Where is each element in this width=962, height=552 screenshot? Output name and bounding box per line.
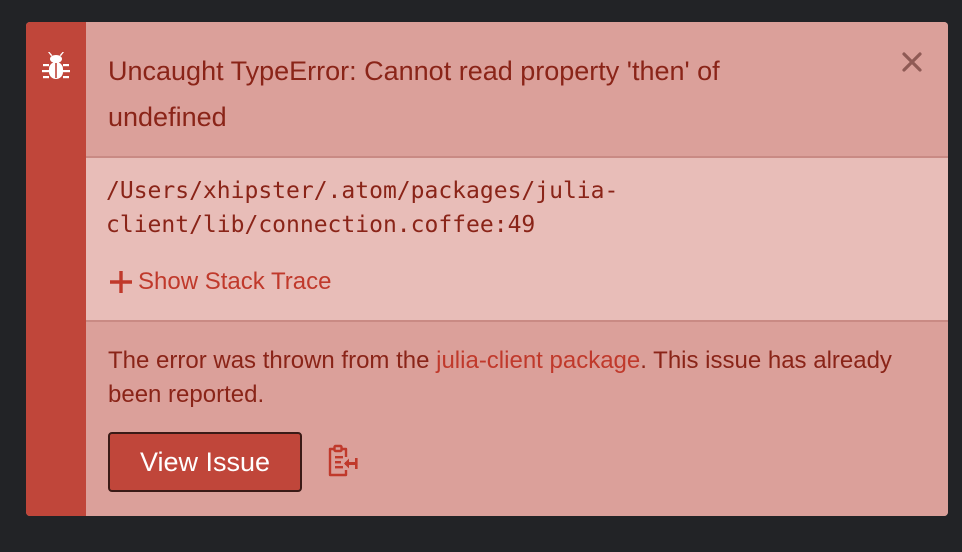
plus-icon	[110, 271, 132, 293]
clipboard-copy-icon[interactable]	[326, 444, 358, 478]
bug-icon	[42, 52, 70, 79]
error-meta-text: The error was thrown from the julia-clie…	[108, 344, 898, 412]
show-stack-trace-label: Show Stack Trace	[138, 268, 332, 295]
show-stack-trace-button[interactable]: Show Stack Trace	[108, 268, 331, 296]
view-issue-button[interactable]: View Issue	[108, 432, 302, 492]
error-detail: /Users/xhipster/.atom/packages/julia- cl…	[86, 158, 948, 322]
error-meta: The error was thrown from the julia-clie…	[86, 322, 948, 516]
meta-prefix: The error was thrown from the	[108, 347, 437, 374]
package-link[interactable]: julia-client package	[436, 347, 640, 374]
error-message: Uncaught TypeError: Cannot read property…	[108, 56, 720, 132]
error-notification: Uncaught TypeError: Cannot read property…	[26, 22, 948, 516]
notification-icon-strip	[26, 22, 86, 516]
notification-header: Uncaught TypeError: Cannot read property…	[86, 22, 948, 158]
error-file-path: /Users/xhipster/.atom/packages/julia- cl…	[106, 178, 619, 238]
close-icon[interactable]	[900, 50, 924, 74]
notification-content: Uncaught TypeError: Cannot read property…	[86, 22, 948, 516]
